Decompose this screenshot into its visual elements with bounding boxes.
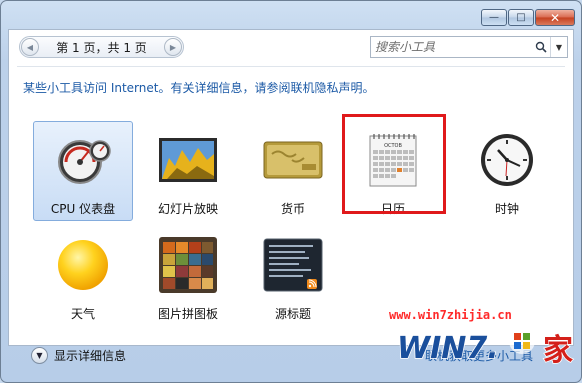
- search-icon[interactable]: [532, 41, 550, 53]
- calendar-icon: OCTOB: [362, 132, 424, 188]
- minimize-button[interactable]: —: [481, 9, 507, 26]
- windows-flag-icon: [509, 328, 535, 354]
- slideshow-icon: [157, 132, 219, 188]
- search-input[interactable]: [371, 37, 532, 57]
- calendar-month: OCTOB: [384, 143, 402, 149]
- feed-headlines-icon: [262, 237, 324, 293]
- currency-icon: [262, 132, 324, 188]
- search-dropdown-button[interactable]: ▼: [550, 37, 567, 57]
- gadget-tile-cpu-meter[interactable]: CPU 仪表盘: [33, 121, 133, 221]
- gadget-tile-weather[interactable]: 天气: [33, 226, 133, 326]
- watermark-url: www.win7zhijia.cn: [389, 308, 512, 322]
- gadget-label: 时钟: [494, 202, 519, 216]
- privacy-notice-link[interactable]: 某些小工具访问 Internet。有关详细信息，请参阅联机隐私声明。: [23, 79, 374, 96]
- watermark-logo: WIN7. 家: [393, 322, 579, 372]
- maximize-button[interactable]: □: [508, 9, 534, 26]
- gadget-label: 图片拼图板: [157, 307, 218, 321]
- cpu-meter-icon: [52, 132, 114, 188]
- divider: [17, 66, 565, 67]
- prev-page-button[interactable]: ◀: [21, 38, 39, 56]
- gadget-tile-feed-headlines[interactable]: 源标题: [243, 226, 343, 326]
- show-details-toggle[interactable]: ▼ 显示详细信息: [31, 347, 126, 364]
- gadget-label: 货币: [280, 202, 305, 216]
- gadget-label: 日历: [380, 202, 405, 216]
- next-page-button[interactable]: ▶: [164, 38, 182, 56]
- gadget-tile-calendar[interactable]: OCTOB 日历: [343, 121, 443, 221]
- gadget-tile-slideshow[interactable]: 幻灯片放映: [138, 121, 238, 221]
- title-bar-buttons: — □ ✕: [481, 9, 575, 26]
- show-details-label[interactable]: 显示详细信息: [54, 347, 126, 364]
- gadget-tile-clock[interactable]: 时钟: [457, 121, 557, 221]
- gadget-label: CPU 仪表盘: [50, 202, 116, 216]
- chevron-down-icon[interactable]: ▼: [31, 347, 48, 364]
- gadget-label: 源标题: [274, 307, 311, 321]
- gadget-label: 天气: [70, 307, 95, 321]
- weather-icon: [52, 237, 114, 293]
- picture-puzzle-icon: [157, 237, 219, 293]
- gadget-tile-picture-puzzle[interactable]: 图片拼图板: [138, 226, 238, 326]
- page-navigator: ◀ 第 1 页，共 1 页 ▶: [19, 36, 184, 58]
- gadget-tile-currency[interactable]: 货币: [243, 121, 343, 221]
- search-box: ▼: [370, 36, 568, 58]
- page-indicator: 第 1 页，共 1 页: [56, 40, 147, 55]
- close-button[interactable]: ✕: [535, 9, 575, 26]
- watermark-logo-text: WIN7.: [397, 331, 499, 366]
- watermark-home-char: 家: [543, 333, 573, 368]
- clock-icon: [476, 132, 538, 188]
- gadget-gallery: ◀ 第 1 页，共 1 页 ▶ ▼ 某些小工具访问 Internet。有关详细信…: [8, 29, 574, 346]
- gadget-label: 幻灯片放映: [157, 202, 218, 216]
